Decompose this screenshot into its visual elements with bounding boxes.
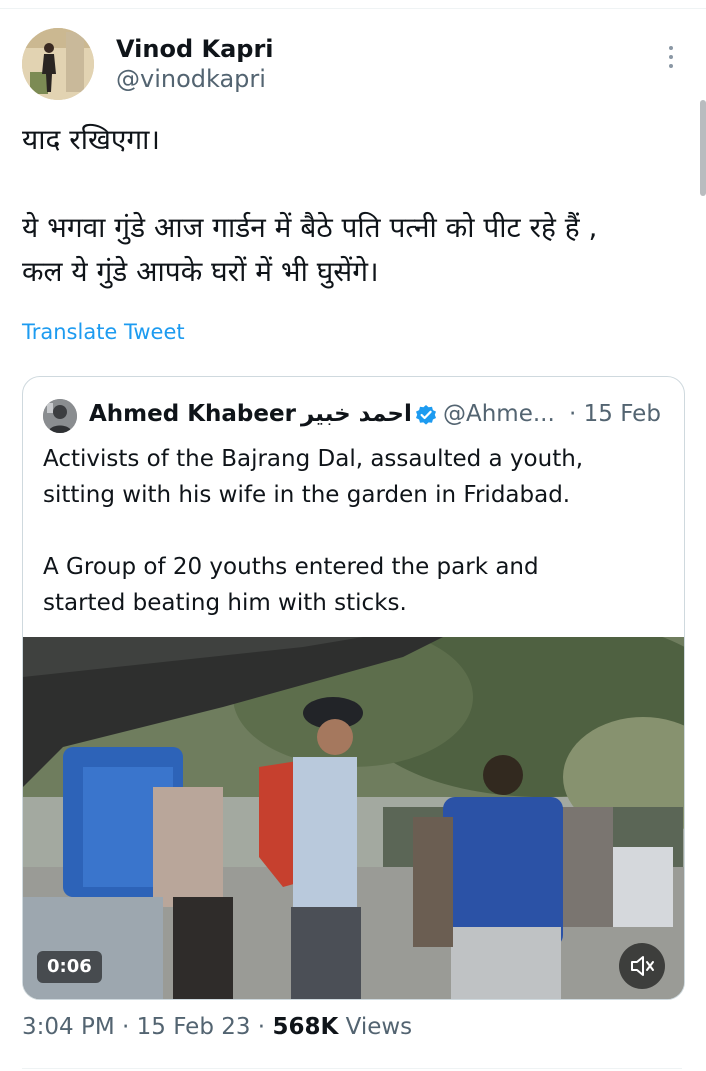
video-player[interactable]: 0:06	[23, 637, 684, 999]
translate-tweet-link[interactable]: Translate Tweet	[22, 320, 185, 344]
more-options-icon[interactable]	[664, 46, 678, 72]
tweet-text: याद रखिएगा। ये भगवा गुंडे आज गार्डन में …	[22, 118, 682, 294]
quoted-author-avatar[interactable]	[43, 399, 77, 433]
views-count: 568K	[272, 1014, 339, 1040]
quoted-date[interactable]: · 15 Feb	[569, 401, 661, 427]
tweet-time[interactable]: 3:04 PM	[22, 1014, 115, 1040]
scrollbar-thumb[interactable]	[700, 100, 706, 196]
quoted-tweet-card[interactable]: Ahmed Khabeer احمد خبير @Ahme... · 15 Fe…	[22, 376, 685, 1000]
views-label: Views	[345, 1014, 413, 1040]
tweet-line: कल ये गुंडे आपके घरों में भी घुसेंगे।	[22, 255, 379, 288]
quoted-line: started beating him with sticks.	[43, 590, 407, 616]
quoted-tweet-header: Ahmed Khabeer احمد خبير @Ahme... · 15 Fe…	[43, 399, 673, 433]
quoted-handle[interactable]: @Ahme...	[443, 401, 555, 427]
top-divider	[0, 8, 706, 9]
verified-badge-icon	[416, 405, 436, 425]
tweet-date[interactable]: · 15 Feb 23 ·	[122, 1014, 265, 1040]
author-handle[interactable]: @vinodkapri	[116, 64, 274, 94]
tweet-line: ये भगवा गुंडे आज गार्डन में बैठे पति पत्…	[22, 211, 598, 244]
quoted-arabic-name[interactable]: احمد خبير	[301, 401, 412, 427]
author-display-name[interactable]: Vinod Kapri	[116, 34, 274, 64]
tweet-meta: 3:04 PM · 15 Feb 23 · 568K Views	[22, 1014, 412, 1040]
tweet-line: याद रखिएगा।	[22, 123, 160, 156]
quoted-tweet-text: Activists of the Bajrang Dal, assaulted …	[43, 441, 673, 621]
speaker-muted-icon[interactable]	[619, 943, 665, 989]
quoted-display-name[interactable]: Ahmed Khabeer	[89, 401, 296, 427]
quoted-line: sitting with his wife in the garden in F…	[43, 482, 571, 508]
bottom-divider	[22, 1068, 682, 1069]
quoted-line: Activists of the Bajrang Dal, assaulted …	[43, 446, 584, 472]
tweet-header: Vinod Kapri @vinodkapri	[22, 28, 682, 104]
video-frame	[23, 637, 684, 999]
author-avatar[interactable]	[22, 28, 94, 100]
quoted-line: A Group of 20 youths entered the park an…	[43, 554, 539, 580]
video-duration-badge: 0:06	[37, 951, 102, 983]
